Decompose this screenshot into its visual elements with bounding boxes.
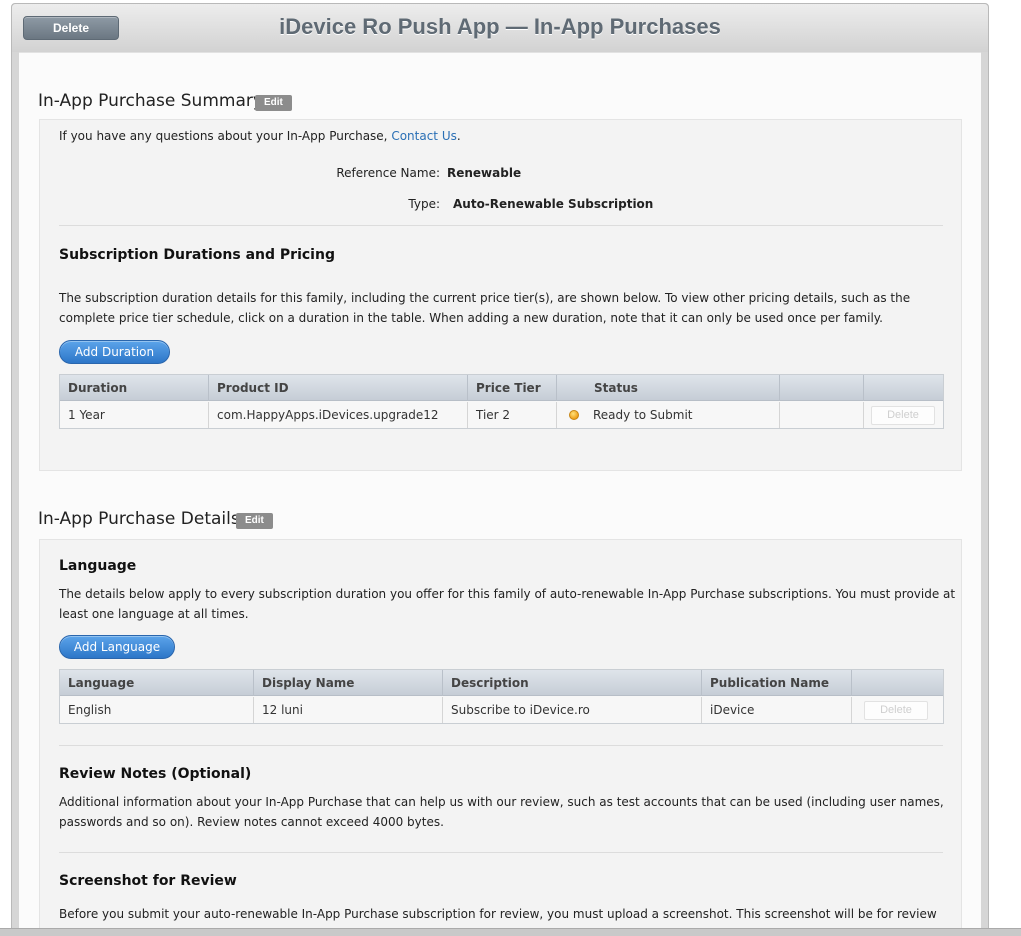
durations-description-2: complete price tier schedule, click on a…: [59, 311, 883, 325]
cell-publication-name[interactable]: iDevice: [702, 697, 852, 723]
languages-table: Language Display Name Description Public…: [59, 669, 944, 724]
summary-edit-button[interactable]: Edit: [255, 95, 292, 111]
status-pending-icon: [569, 409, 579, 420]
column-header-description[interactable]: Description: [443, 670, 702, 696]
column-header-price-tier[interactable]: Price Tier: [468, 375, 557, 401]
title-bar: Delete iDevice Ro Push App — In-App Purc…: [12, 4, 988, 52]
column-header-actions: [864, 375, 944, 401]
cell-status[interactable]: Ready to Submit: [557, 402, 780, 428]
durations-description-1: The subscription duration details for th…: [59, 291, 911, 305]
row-delete-button[interactable]: Delete: [864, 701, 928, 720]
durations-heading: Subscription Durations and Pricing: [59, 247, 335, 263]
language-description-1: The details below apply to every subscri…: [59, 587, 956, 601]
details-panel: Language The details below apply to ever…: [39, 539, 962, 936]
cell-display-name[interactable]: 12 luni: [254, 697, 443, 723]
language-description-2: least one language at all times.: [59, 607, 249, 621]
review-notes-description-1: Additional information about your In-App…: [59, 795, 944, 809]
question-text: If you have any questions about your In-…: [59, 126, 461, 146]
status-text: Ready to Submit: [593, 408, 693, 422]
column-header-display-name[interactable]: Display Name: [254, 670, 443, 696]
review-notes-description-2: passwords and so on). Review notes canno…: [59, 815, 444, 829]
cell-description[interactable]: Subscribe to iDevice.ro: [443, 697, 702, 723]
page-title: iDevice Ro Push App — In-App Purchases: [279, 14, 721, 39]
screenshot-description-1: Before you submit your auto-renewable In…: [59, 907, 937, 921]
main-content: In-App Purchase Summary Edit If you have…: [19, 52, 981, 936]
reference-name-value: Renewable: [447, 166, 522, 180]
cell-product-id[interactable]: com.HappyApps.iDevices.upgrade12: [209, 402, 468, 428]
question-prefix: If you have any questions about your In-…: [59, 129, 392, 143]
column-header-status[interactable]: Status: [557, 375, 780, 401]
details-edit-button[interactable]: Edit: [236, 513, 273, 529]
cell-duration[interactable]: 1 Year: [60, 402, 209, 428]
column-header-product-id[interactable]: Product ID: [209, 375, 468, 401]
column-header-blank: [780, 375, 864, 401]
add-language-button[interactable]: Add Language: [59, 635, 175, 659]
cell-price-tier[interactable]: Tier 2: [468, 402, 557, 428]
divider: [59, 745, 943, 746]
divider: [59, 852, 943, 853]
details-section-title: In-App Purchase Details: [38, 509, 240, 529]
table-header: Duration Product ID Price Tier Status: [60, 375, 943, 401]
add-duration-button[interactable]: Add Duration: [59, 340, 170, 364]
reference-name-label: Reference Name:: [336, 166, 440, 180]
cell-language[interactable]: English: [60, 697, 254, 723]
column-header-language[interactable]: Language: [60, 670, 254, 696]
question-end: .: [456, 129, 461, 143]
screenshot-heading: Screenshot for Review: [59, 873, 237, 889]
summary-panel: If you have any questions about your In-…: [39, 119, 962, 471]
column-header-publication-name[interactable]: Publication Name: [702, 670, 852, 696]
summary-section-title: In-App Purchase Summary: [38, 91, 263, 111]
bottom-scroll-edge: [0, 928, 1021, 936]
review-notes-heading: Review Notes (Optional): [59, 766, 252, 782]
table-header: Language Display Name Description Public…: [60, 670, 943, 696]
column-header-actions: [852, 670, 944, 696]
divider: [59, 225, 943, 226]
durations-table: Duration Product ID Price Tier Status 1 …: [59, 374, 944, 429]
row-delete-button[interactable]: Delete: [871, 406, 935, 425]
cell-blank: [780, 402, 864, 428]
contact-us-link[interactable]: Contact Us: [391, 129, 457, 143]
app-window: Delete iDevice Ro Push App — In-App Purc…: [11, 3, 989, 936]
type-label: Type:: [408, 197, 440, 211]
column-header-duration[interactable]: Duration: [60, 375, 209, 401]
language-heading: Language: [59, 558, 137, 574]
type-value: Auto-Renewable Subscription: [453, 197, 654, 211]
